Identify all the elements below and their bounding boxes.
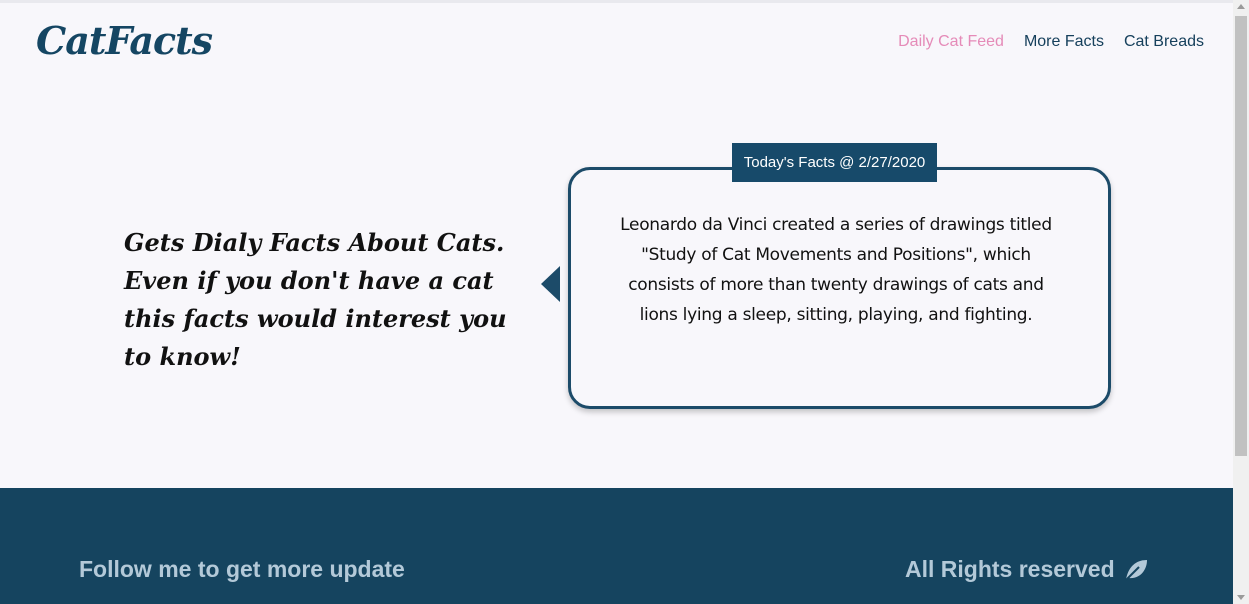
logo[interactable]: CatFacts — [36, 18, 213, 63]
page: CatFacts Daily Cat Feed More Facts Cat B… — [0, 0, 1233, 604]
footer-follow-text: Follow me to get more update — [79, 556, 405, 582]
nav-more-facts[interactable]: More Facts — [1024, 33, 1104, 51]
scroll-down-arrow-icon[interactable] — [1237, 595, 1245, 600]
nav-daily-cat-feed[interactable]: Daily Cat Feed — [898, 33, 1004, 51]
main-nav: Daily Cat Feed More Facts Cat Breads — [898, 33, 1204, 51]
footer-rights: All Rights reserved — [905, 556, 1149, 583]
hero-tagline: Gets Dialy Facts About Cats. Even if you… — [124, 228, 507, 371]
scroll-thumb[interactable] — [1235, 16, 1247, 456]
leaf-icon — [1123, 557, 1149, 583]
footer-rights-text: All Rights reserved — [905, 556, 1115, 582]
nav-cat-breads[interactable]: Cat Breads — [1124, 33, 1204, 51]
fact-date-label: Today's Facts @ 2/27/2020 — [732, 143, 937, 182]
scrollbar[interactable] — [1233, 0, 1249, 604]
scroll-up-arrow-icon[interactable] — [1237, 4, 1245, 9]
top-border — [0, 0, 1233, 3]
fact-text: Leonardo da Vinci created a series of dr… — [620, 215, 1052, 325]
footer: Follow me to get more update All Rights … — [0, 488, 1233, 604]
speech-pointer — [541, 266, 560, 302]
